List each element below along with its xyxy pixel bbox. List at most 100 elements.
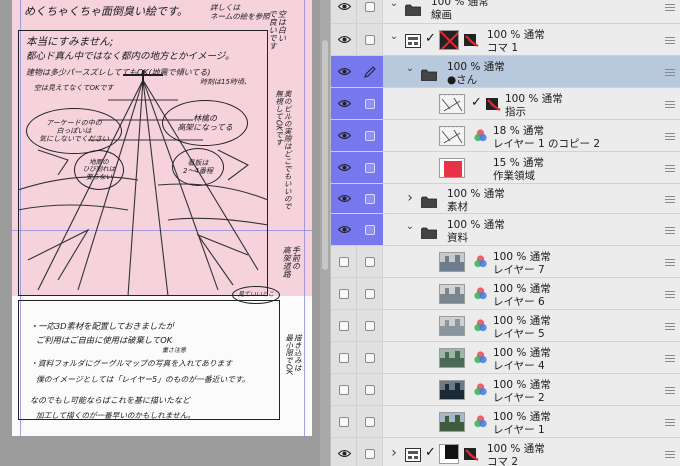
eye-icon[interactable] [331,24,357,55]
lock-checkbox-box[interactable] [365,256,375,267]
layer-row-layer2[interactable]: 100 % 通常 レイヤー 2 [331,374,680,406]
layer-row-sozai[interactable]: › 100 % 通常 素材 [331,184,680,214]
eye-icon[interactable] [331,152,357,183]
visibility-checkbox[interactable] [339,352,349,363]
chevron-down-icon[interactable]: ⌄ [405,63,415,74]
layer-row-layer1[interactable]: 100 % 通常 レイヤー 1 [331,406,680,438]
drag-handle-icon[interactable] [665,69,675,76]
lock-checkbox[interactable] [357,246,383,277]
note-line-3b: 時刻は15時頃、 [200,78,251,86]
eye-icon[interactable] [331,56,357,87]
eye-icon[interactable] [331,374,357,405]
lock-checkbox-box[interactable] [365,193,375,204]
eye-icon[interactable] [331,0,357,23]
drag-handle-icon[interactable] [665,37,675,44]
lock-checkbox-box[interactable] [365,34,375,45]
layer-row-layer6[interactable]: 100 % 通常 レイヤー 6 [331,278,680,310]
eye-icon[interactable] [331,406,357,437]
lock-checkbox[interactable] [357,0,383,23]
eye-icon[interactable] [331,438,357,466]
lock-checkbox-box[interactable] [365,416,375,427]
lock-checkbox[interactable] [357,310,383,341]
lock-checkbox-box[interactable] [365,162,375,173]
chevron-down-icon[interactable]: ⌄ [389,0,399,9]
drag-handle-icon[interactable] [665,259,675,266]
drag-handle-icon[interactable] [665,165,675,172]
visibility-checkbox[interactable] [339,416,349,427]
check-icon: ✓ [425,31,436,46]
lock-checkbox[interactable] [357,152,383,183]
lock-checkbox[interactable] [357,278,383,309]
layer-row-layer5[interactable]: 100 % 通常 レイヤー 5 [331,310,680,342]
drag-handle-icon[interactable] [665,133,675,140]
eye-icon[interactable] [331,342,357,373]
color-layer-icon [473,286,488,301]
scrollbar-thumb[interactable] [322,40,328,270]
drag-handle-icon[interactable] [665,291,675,298]
pen-icon[interactable] [357,56,383,87]
drag-handle-icon[interactable] [665,196,675,203]
lock-checkbox-box[interactable] [365,288,375,299]
eye-icon[interactable] [331,246,357,277]
lock-checkbox[interactable] [357,438,383,466]
chevron-down-icon[interactable]: ⌄ [389,31,399,42]
layer-row-layer1copy2[interactable]: 18 % 通常 レイヤー 1 のコピー 2 [331,120,680,152]
visibility-checkbox[interactable] [339,256,349,267]
visibility-checkbox[interactable] [339,288,349,299]
drag-handle-icon[interactable] [665,419,675,426]
layer-row-senga-folder[interactable]: ⌄ 100 % 通常 線画 [331,0,680,24]
manga-page[interactable]: めくちゃくちゃ面倒臭い絵です。 詳しくは ネームの絵を参照 本当にすみません; … [12,0,312,436]
lock-checkbox-box[interactable] [365,98,375,109]
lock-checkbox[interactable] [357,374,383,405]
layer-row-layer7[interactable]: 100 % 通常 レイヤー 7 [331,246,680,278]
lock-checkbox-box[interactable] [365,224,375,235]
drag-handle-icon[interactable] [665,323,675,330]
layer-panel[interactable]: ⌄ 100 % 通常 線画 ⌄ ✓ 100 % 通常 コマ 1 ⌄ 100 % 通常 ●さん ✓ 10… [330,0,680,466]
lock-checkbox[interactable] [357,406,383,437]
lock-checkbox-box[interactable] [365,130,375,141]
chevron-right-icon[interactable]: › [389,445,399,461]
drag-handle-icon[interactable] [665,4,675,11]
eye-icon[interactable] [331,278,357,309]
layer-row-koma1[interactable]: ⌄ ✓ 100 % 通常 コマ 1 [331,24,680,56]
drag-handle-icon[interactable] [665,387,675,394]
mask-icon [463,446,479,462]
lock-checkbox[interactable] [357,342,383,373]
visibility-checkbox[interactable] [339,320,349,331]
eye-icon[interactable] [331,184,357,213]
layer-row-san-folder[interactable]: ⌄ 100 % 通常 ●さん [331,56,680,88]
note-line-3: 建物は多少パースズレしててもOK(地震で傾いてる) [26,68,211,77]
layer-row-shiji[interactable]: ✓ 100 % 通常 指示 [331,88,680,120]
chevron-down-icon[interactable]: ⌄ [405,221,415,232]
speech-bubble-mid: 林檎の 高架になってる [162,100,248,146]
lock-checkbox[interactable] [357,88,383,119]
layer-row-shiryou[interactable]: ⌄ 100 % 通常 資料 [331,214,680,246]
canvas-scrollbar[interactable] [320,0,330,466]
layer-row-layer4[interactable]: 100 % 通常 レイヤー 4 [331,342,680,374]
lock-checkbox-box[interactable] [365,448,375,459]
drag-handle-icon[interactable] [665,227,675,234]
eye-icon[interactable] [331,214,357,245]
lock-checkbox-box[interactable] [365,320,375,331]
note-vertical-mid: 奥のビルの実際はどこでもいいので 無視してOKです [274,90,293,210]
visibility-checkbox[interactable] [339,384,349,395]
lock-checkbox-box[interactable] [365,1,375,12]
chevron-right-icon[interactable]: › [405,190,415,206]
drag-handle-icon[interactable] [665,355,675,362]
layer-row-sagyou[interactable]: 15 % 通常 作業領域 [331,152,680,184]
lock-checkbox-box[interactable] [365,384,375,395]
eye-icon[interactable] [331,310,357,341]
lock-checkbox[interactable] [357,184,383,213]
drag-handle-icon[interactable] [665,101,675,108]
lock-checkbox[interactable] [357,120,383,151]
lock-checkbox[interactable] [357,214,383,245]
lock-checkbox[interactable] [357,24,383,55]
lock-checkbox-box[interactable] [365,352,375,363]
canvas-area[interactable]: めくちゃくちゃ面倒臭い絵です。 詳しくは ネームの絵を参照 本当にすみません; … [0,0,330,466]
drag-handle-icon[interactable] [665,451,675,458]
eye-icon[interactable] [331,120,357,151]
eye-icon[interactable] [331,88,357,119]
folder-icon [421,193,437,208]
layer-thumbnail [439,94,465,114]
layer-row-koma2[interactable]: › ✓ 100 % 通常 コマ 2 [331,438,680,466]
